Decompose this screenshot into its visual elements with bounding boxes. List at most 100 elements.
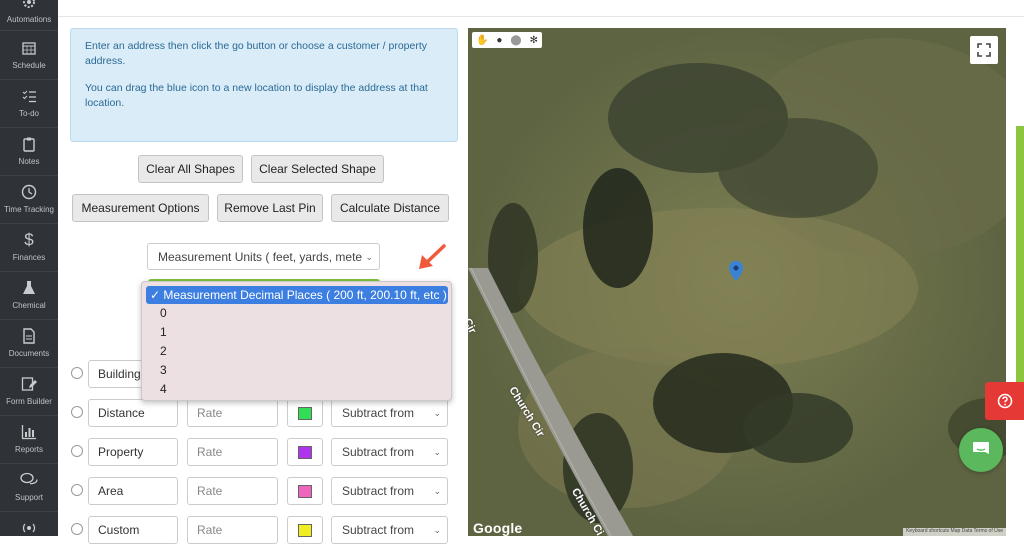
instructions-alert: Enter an address then click the go butto… bbox=[70, 28, 458, 142]
map-imagery bbox=[468, 28, 1006, 536]
hand-icon[interactable]: ✋ bbox=[476, 35, 488, 46]
sidebar-item-label: Automations bbox=[6, 15, 52, 24]
dropdown-option[interactable]: 2 bbox=[146, 342, 448, 360]
shape-name-field[interactable]: Property bbox=[88, 438, 178, 466]
broadcast-icon bbox=[20, 518, 38, 538]
dropdown-option[interactable]: 4 bbox=[146, 380, 448, 398]
sidebar-item-documents[interactable]: Documents bbox=[0, 320, 58, 368]
chevron-down-icon: ⌄ bbox=[433, 447, 441, 457]
satellite-map[interactable]: ✋ ● ⬤ ✻ Cir Church Cir Church Ci Google … bbox=[468, 28, 1006, 536]
sidebar-item-finances[interactable]: $ Finances bbox=[0, 224, 58, 272]
rate-input[interactable]: Rate bbox=[187, 477, 278, 505]
sidebar-item-label: Chemical bbox=[12, 301, 46, 310]
sidebar-item-label: Reports bbox=[14, 445, 43, 454]
fullscreen-button[interactable] bbox=[970, 36, 998, 64]
sidebar-item-label: Time Tracking bbox=[4, 205, 54, 214]
instructions-line-1: Enter an address then click the go butto… bbox=[85, 40, 428, 67]
shape-radio-area[interactable] bbox=[71, 484, 83, 496]
chevron-down-icon: ⌄ bbox=[433, 408, 441, 418]
bar-chart-icon bbox=[21, 422, 37, 442]
clock-icon bbox=[21, 182, 37, 202]
dropdown-option[interactable]: 3 bbox=[146, 361, 448, 379]
color-picker[interactable] bbox=[287, 516, 323, 544]
sidebar-item-schedule[interactable]: Schedule bbox=[0, 32, 58, 80]
calendar-icon bbox=[21, 38, 37, 58]
rate-input[interactable]: Rate bbox=[187, 399, 278, 427]
operation-value: Subtract from bbox=[342, 406, 415, 420]
shape-name-field[interactable]: Area bbox=[88, 477, 178, 505]
sidebar-item-notes[interactable]: Notes bbox=[0, 128, 58, 176]
dollar-icon: $ bbox=[24, 230, 34, 249]
gear-icon bbox=[21, 0, 37, 12]
color-swatch bbox=[298, 446, 312, 459]
remove-last-pin-button[interactable]: Remove Last Pin bbox=[217, 194, 323, 222]
measurement-options-button[interactable]: Measurement Options bbox=[72, 194, 209, 222]
calculate-distance-button[interactable]: Calculate Distance bbox=[331, 194, 449, 222]
flask-icon bbox=[21, 278, 37, 298]
sidebar-item-label: Documents bbox=[8, 349, 50, 358]
top-bar bbox=[58, 0, 1024, 17]
color-picker[interactable] bbox=[287, 399, 323, 427]
document-icon bbox=[21, 326, 37, 346]
circle-icon[interactable]: ⬤ bbox=[510, 35, 521, 46]
sidebar: Automations Schedule To-do Notes Time Tr… bbox=[0, 0, 58, 536]
operation-value: Subtract from bbox=[342, 523, 415, 537]
clear-all-shapes-button[interactable]: Clear All Shapes bbox=[138, 155, 243, 183]
sidebar-item-broadcast[interactable] bbox=[0, 512, 58, 560]
sidebar-item-automations[interactable]: Automations bbox=[0, 0, 58, 34]
sidebar-item-support[interactable]: Support bbox=[0, 464, 58, 512]
sidebar-item-label: Notes bbox=[18, 157, 40, 166]
operation-value: Subtract from bbox=[342, 484, 415, 498]
color-swatch bbox=[298, 524, 312, 537]
instructions-line-2: You can drag the blue icon to a new loca… bbox=[85, 82, 428, 109]
color-picker[interactable] bbox=[287, 477, 323, 505]
shape-radio-building[interactable] bbox=[71, 367, 83, 379]
operation-select[interactable]: Subtract from ⌄ bbox=[331, 477, 448, 505]
scrollbar-thumb[interactable] bbox=[1016, 126, 1024, 382]
shape-name-field[interactable]: Custom bbox=[88, 516, 178, 544]
rate-input[interactable]: Rate bbox=[187, 516, 278, 544]
measurement-units-value: Measurement Units ( feet, yards, mete bbox=[158, 249, 363, 264]
clear-selected-shape-button[interactable]: Clear Selected Shape bbox=[251, 155, 384, 183]
dropdown-option[interactable]: 0 bbox=[146, 304, 448, 322]
sidebar-item-form-builder[interactable]: Form Builder bbox=[0, 368, 58, 416]
dropdown-option[interactable]: 1 bbox=[146, 323, 448, 341]
operation-select[interactable]: Subtract from ⌄ bbox=[331, 438, 448, 466]
operation-select[interactable]: Subtract from ⌄ bbox=[331, 399, 448, 427]
sidebar-item-label: Finances bbox=[12, 253, 46, 262]
chat-launcher-button[interactable] bbox=[959, 428, 1003, 472]
sidebar-item-label: Schedule bbox=[12, 61, 46, 70]
help-button[interactable] bbox=[985, 382, 1024, 420]
sidebar-item-label: To-do bbox=[18, 109, 39, 118]
color-picker[interactable] bbox=[287, 438, 323, 466]
sidebar-item-reports[interactable]: Reports bbox=[0, 416, 58, 464]
chat-bubbles-icon bbox=[20, 470, 38, 490]
chat-icon bbox=[973, 442, 989, 454]
divider bbox=[0, 30, 58, 31]
clipboard-icon bbox=[21, 134, 37, 154]
sidebar-item-label: Form Builder bbox=[6, 397, 52, 406]
question-icon bbox=[997, 393, 1012, 409]
form-edit-icon bbox=[21, 374, 37, 394]
dropdown-option[interactable]: ✓ Measurement Decimal Places ( 200 ft, 2… bbox=[146, 286, 448, 304]
shape-radio-property[interactable] bbox=[71, 445, 83, 457]
checklist-icon bbox=[21, 86, 37, 106]
shape-radio-distance[interactable] bbox=[71, 406, 83, 418]
decimal-places-dropdown: ✓ Measurement Decimal Places ( 200 ft, 2… bbox=[141, 281, 452, 401]
pin-icon[interactable]: ● bbox=[496, 35, 502, 46]
shape-radio-custom[interactable] bbox=[71, 523, 83, 535]
shape-icon[interactable]: ✻ bbox=[530, 35, 538, 46]
measurement-units-select[interactable]: Measurement Units ( feet, yards, mete ⌄ bbox=[147, 243, 380, 270]
rate-input[interactable]: Rate bbox=[187, 438, 278, 466]
color-swatch bbox=[298, 485, 312, 498]
sidebar-item-time-tracking[interactable]: Time Tracking bbox=[0, 176, 58, 224]
operation-select[interactable]: Subtract from ⌄ bbox=[331, 516, 448, 544]
sidebar-item-todo[interactable]: To-do bbox=[0, 80, 58, 128]
chevron-down-icon: ⌄ bbox=[433, 486, 441, 496]
sidebar-item-chemical[interactable]: Chemical bbox=[0, 272, 58, 320]
map-attribution[interactable]: Keyboard shortcuts Map Data Terms of Use bbox=[903, 528, 1006, 536]
map-drawing-toolbar: ✋ ● ⬤ ✻ bbox=[472, 32, 542, 48]
annotation-arrow-icon bbox=[419, 244, 446, 269]
location-pin-icon[interactable] bbox=[729, 261, 743, 281]
shape-name-field[interactable]: Distance bbox=[88, 399, 178, 427]
